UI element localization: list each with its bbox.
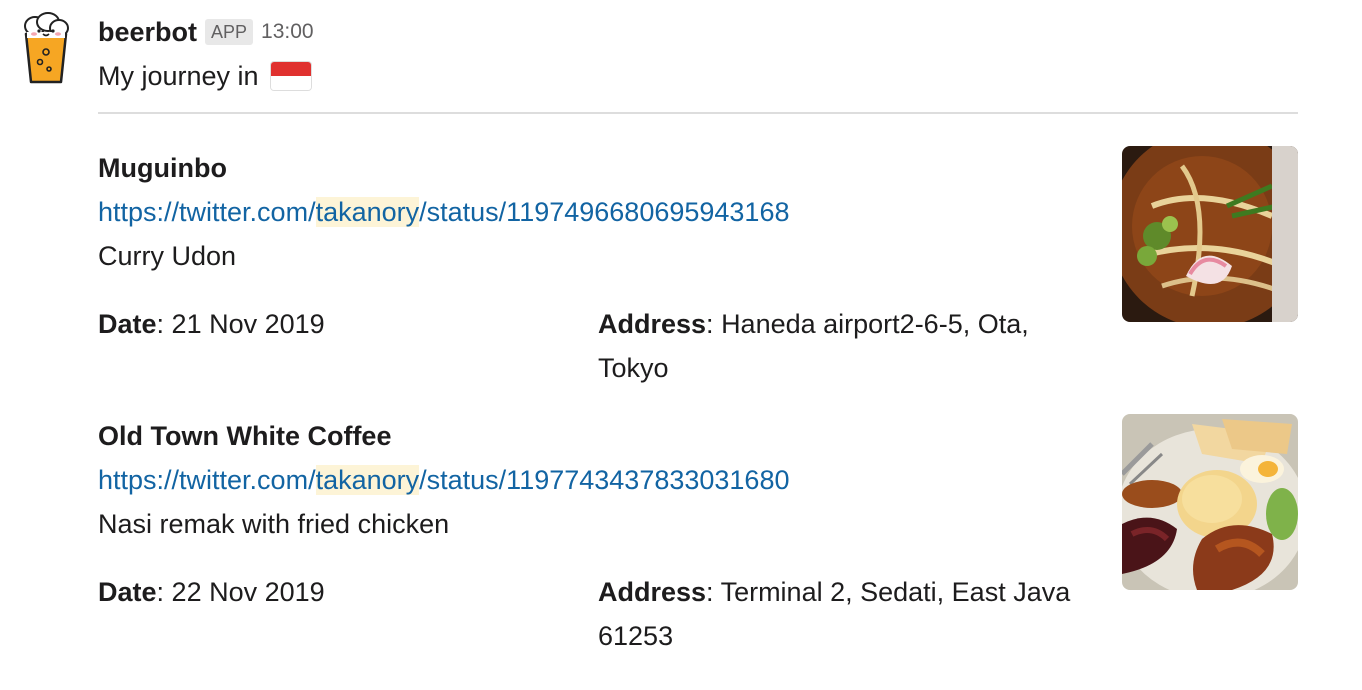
entry-date: Date: 22 Nov 2019 [98,577,325,607]
curry-udon-photo[interactable] [1122,146,1298,322]
entry-description: Nasi remak with fried chicken [98,509,450,539]
link-highlight: takanory [315,465,420,495]
entry-title: Old Town White Coffee [98,421,392,451]
indonesia-flag-icon [270,62,311,90]
entry-title: Muguinbo [98,153,227,183]
link-highlight: takanory [315,197,420,227]
beerbot-avatar[interactable] [18,12,74,88]
intro-text: My journey in [98,60,259,91]
nasi-lemak-photo[interactable] [1122,414,1298,590]
message-text: My journey in [98,56,311,96]
entry-address: Address: Terminal 2, Sedati, East Java 6… [598,577,1071,651]
username[interactable]: beerbot [98,17,197,48]
app-badge: APP [205,19,254,45]
entry-address: Address: Haneda airport2-6-5, Ota, Tokyo [598,309,1029,383]
message-header: beerbot APP 13:00 [98,14,314,50]
entry-date: Date: 21 Nov 2019 [98,309,325,339]
tweet-link[interactable]: https://twitter.com/takanory/status/1197… [98,458,789,502]
message-timestamp[interactable]: 13:00 [261,20,314,44]
beer-mug-icon [24,12,69,84]
tweet-link[interactable]: https://twitter.com/takanory/status/1197… [98,190,789,234]
entry-description: Curry Udon [98,241,237,271]
divider [98,112,1298,114]
